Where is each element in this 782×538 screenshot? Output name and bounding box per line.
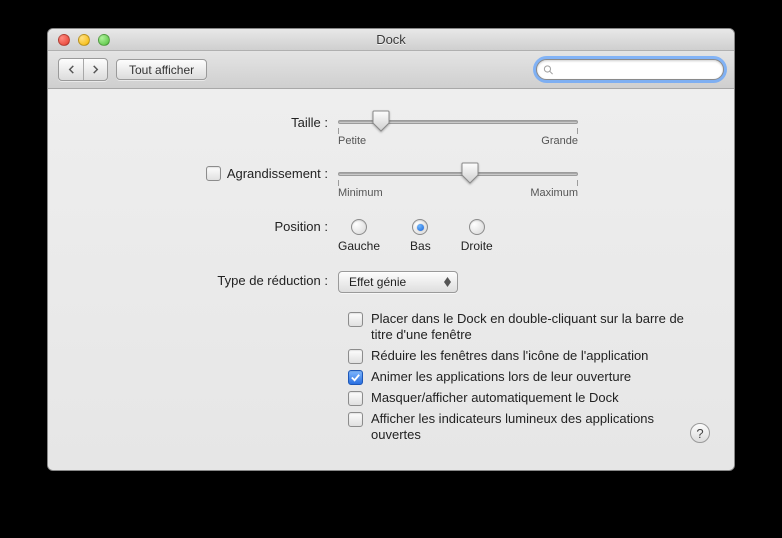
minimize-effect-select[interactable]: Effet génie [338,271,458,293]
magnification-slider[interactable] [338,165,578,183]
size-slider[interactable] [338,113,578,131]
close-button[interactable] [58,34,70,46]
checkbox-label: Placer dans le Dock en double-cliquant s… [371,311,704,343]
show-all-button[interactable]: Tout afficher [116,59,207,80]
checkbox-label: Animer les applications lors de leur ouv… [371,369,631,385]
chevron-left-icon [67,65,76,74]
minimize-on-titlebar-doubleclick-checkbox[interactable] [348,312,363,327]
position-option-label: Droite [461,239,493,253]
magnification-checkbox[interactable] [206,166,221,181]
chevron-right-icon [91,65,100,74]
traffic-lights [48,34,110,46]
minimize-button[interactable] [78,34,90,46]
checkbox-label: Afficher les indicateurs lumineux des ap… [371,411,704,443]
forward-button[interactable] [83,59,107,80]
content-area: Taille : Petite Grande [48,89,734,470]
back-button[interactable] [59,59,83,80]
size-min-label: Petite [338,135,366,147]
position-option-label: Bas [410,239,431,253]
magnification-min-label: Minimum [338,187,383,199]
size-max-label: Grande [541,135,578,147]
zoom-button[interactable] [98,34,110,46]
position-radio-group: Gauche Bas Droite [338,217,704,253]
search-field-wrap[interactable] [536,59,724,80]
nav-segmented [58,58,108,81]
search-icon [543,64,554,76]
checkbox-label: Réduire les fenêtres dans l'icône de l'a… [371,348,648,364]
size-label: Taille : [78,113,338,130]
position-radio-bottom[interactable] [412,219,428,235]
position-label: Position : [78,217,338,234]
animate-opening-apps-checkbox[interactable] [348,370,363,385]
minimize-effect-label: Type de réduction : [78,271,338,288]
help-icon: ? [696,426,703,441]
minimize-into-app-icon-checkbox[interactable] [348,349,363,364]
position-option-label: Gauche [338,239,380,253]
position-radio-right[interactable] [469,219,485,235]
autohide-dock-checkbox[interactable] [348,391,363,406]
show-indicator-lights-checkbox[interactable] [348,412,363,427]
updown-arrows-icon [444,277,451,287]
toolbar: Tout afficher [48,51,734,89]
position-radio-left[interactable] [351,219,367,235]
minimize-effect-value: Effet génie [349,275,406,289]
checkbox-label: Masquer/afficher automatiquement le Dock [371,390,619,406]
preferences-window: Dock Tout afficher Taille : [47,28,735,471]
help-button[interactable]: ? [690,423,710,443]
search-input[interactable] [558,63,717,77]
magnification-label: Agrandissement : [227,166,328,181]
options-checkbox-list: Placer dans le Dock en double-cliquant s… [348,311,704,443]
magnification-max-label: Maximum [530,187,578,199]
window-title: Dock [48,32,734,47]
titlebar: Dock [48,29,734,51]
